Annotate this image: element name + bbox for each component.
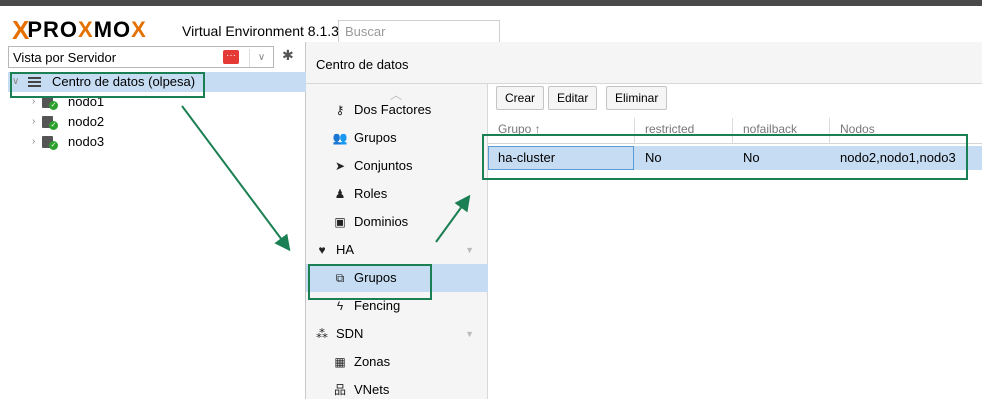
annotation-arrows: [181, 105, 471, 252]
annotation-arrow-down: [181, 105, 291, 252]
annotation-arrow-up: [435, 194, 471, 243]
